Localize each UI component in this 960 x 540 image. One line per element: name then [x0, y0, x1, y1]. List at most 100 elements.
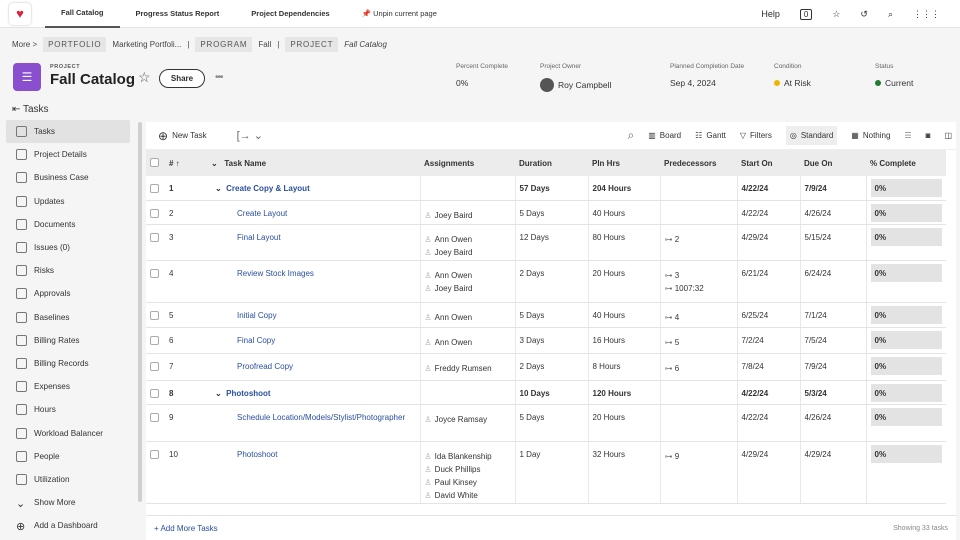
apps-grid-icon[interactable]: ⋮⋮⋮ — [913, 9, 940, 20]
table-row[interactable]: 9 Schedule Location/Models/Stylist/Photo… — [146, 404, 946, 442]
predecessors-cell[interactable]: ⊶ 3 ⊶ 1007:32 — [660, 260, 738, 303]
assignee[interactable]: Ann Owen — [435, 271, 472, 280]
search-icon[interactable]: ⌕ — [627, 128, 634, 143]
start-on-cell[interactable]: 4/29/24 — [737, 224, 801, 261]
task-name-link[interactable]: Photoshoot — [226, 389, 270, 398]
predecessors-cell[interactable]: ⊶ 9 — [660, 441, 738, 504]
duration-cell[interactable]: 12 Days — [515, 224, 589, 261]
percent-complete-bar[interactable]: 0% — [870, 407, 942, 426]
planned-hours-cell[interactable]: 8 Hours — [588, 353, 661, 381]
row-checkbox[interactable] — [150, 232, 159, 242]
due-on-cell[interactable]: 7/9/24 — [800, 176, 867, 201]
due-on-cell[interactable]: 5/15/24 — [800, 224, 867, 261]
due-on-cell[interactable]: 4/26/24 — [800, 200, 867, 225]
sidebar-item-issues-0[interactable]: Issues (0) — [0, 236, 140, 259]
assignments-cell[interactable]: ♙ Joey Baird — [420, 200, 516, 225]
sidebar-scrollbar[interactable] — [138, 122, 142, 502]
planned-hours-cell[interactable]: 20 Hours — [588, 260, 661, 303]
assignee[interactable]: Joey Baird — [435, 284, 473, 293]
duration-cell[interactable]: 1 Day — [515, 441, 589, 504]
planned-hours-cell[interactable]: 20 Hours — [588, 404, 661, 442]
sidebar-item-risks[interactable]: Risks — [0, 259, 140, 282]
notifications-badge[interactable]: 0 — [799, 8, 813, 20]
breadcrumb-more[interactable]: More > — [12, 40, 37, 49]
sidebar-item-hours[interactable]: Hours — [0, 398, 140, 421]
collapse-chevron-icon[interactable]: ⌄ — [215, 184, 222, 193]
select-all-checkbox[interactable] — [150, 157, 159, 167]
assignments-cell[interactable]: ♙ Ann Owen — [420, 327, 516, 354]
start-on-cell[interactable]: 4/22/24 — [737, 404, 801, 442]
assignee[interactable]: Ann Owen — [435, 313, 472, 322]
percent-complete-bar[interactable]: 0% — [870, 330, 942, 349]
row-checkbox[interactable] — [150, 268, 159, 278]
table-row[interactable]: 2 Create Layout ♙ Joey Baird 5 Days 40 Ho… — [146, 200, 946, 225]
table-row[interactable]: 1 ⌄ Create Copy & Layout 57 Days 204 Hou… — [146, 176, 946, 201]
breadcrumb-portfolio[interactable]: Marketing Portfoli... — [112, 40, 181, 49]
assignee[interactable]: Ann Owen — [435, 338, 472, 347]
timer-icon[interactable]: ◙ — [926, 131, 931, 140]
collapse-chevron-icon[interactable]: ⌄ — [215, 389, 222, 398]
start-on-cell[interactable]: 4/22/24 — [737, 200, 801, 225]
row-checkbox[interactable] — [150, 361, 159, 371]
planned-hours-cell[interactable]: 120 Hours — [588, 380, 661, 405]
col-pln-hrs[interactable]: Pln Hrs — [588, 150, 660, 176]
table-row[interactable]: 10 Photoshoot ♙ Ida Blankenship ♙ Duck Phil… — [146, 441, 946, 504]
app-logo-icon[interactable]: ♥ — [9, 2, 31, 25]
col-duration[interactable]: Duration — [515, 150, 588, 176]
planned-hours-cell[interactable]: 16 Hours — [588, 327, 661, 354]
table-row[interactable]: 6 Final Copy ♙ Ann Owen 3 Days 16 Hours ⊶… — [146, 327, 946, 354]
assignments-cell[interactable]: ♙ Freddy Rumsen — [420, 353, 516, 381]
tab-progress-status-report[interactable]: Progress Status Report — [120, 0, 236, 28]
predecessors-cell[interactable] — [660, 176, 738, 201]
assignee[interactable]: Duck Phillips — [435, 465, 481, 474]
duration-cell[interactable]: 57 Days — [515, 176, 589, 201]
percent-complete-bar[interactable]: 0% — [870, 263, 942, 282]
task-name-link[interactable]: Schedule Location/Models/Stylist/Photogr… — [237, 413, 405, 422]
start-on-cell[interactable]: 6/25/24 — [737, 302, 801, 328]
predecessor[interactable]: 9 — [675, 452, 679, 461]
predecessors-cell[interactable]: ⊶ 2 — [660, 224, 738, 261]
assignee[interactable]: Joey Baird — [435, 248, 473, 257]
due-on-cell[interactable]: 7/9/24 — [800, 353, 867, 381]
predecessors-cell[interactable] — [660, 380, 738, 405]
col-predecessors[interactable]: Predecessors — [660, 150, 737, 176]
task-name-link[interactable]: Review Stock Images — [237, 269, 314, 278]
assignee[interactable]: David White — [435, 491, 478, 500]
sidebar-item-business-case[interactable]: Business Case — [0, 166, 140, 189]
assignee[interactable]: Ida Blankenship — [435, 452, 492, 461]
assignments-cell[interactable]: ♙ Ann Owen — [420, 302, 516, 328]
search-icon[interactable]: ⌕ — [888, 9, 893, 20]
board-button[interactable]: ▥ Board — [648, 131, 681, 140]
start-on-cell[interactable]: 7/8/24 — [737, 353, 801, 381]
duration-cell[interactable]: 10 Days — [515, 380, 589, 405]
task-name-link[interactable]: Final Layout — [237, 233, 281, 242]
duration-cell[interactable]: 2 Days — [515, 260, 589, 303]
duration-cell[interactable]: 2 Days — [515, 353, 589, 381]
sidebar-item-workload-balancer[interactable]: Workload Balancer — [0, 421, 140, 444]
duration-cell[interactable]: 5 Days — [515, 200, 589, 225]
sidebar-item-billing-rates[interactable]: Billing Rates — [0, 329, 140, 352]
col-task-name[interactable]: ⌄ Task Name — [207, 150, 420, 176]
assignments-cell[interactable] — [420, 176, 516, 201]
sidebar-item-expenses[interactable]: Expenses — [0, 375, 140, 398]
col-due-on[interactable]: Due On — [800, 150, 866, 176]
assignee[interactable]: Joey Baird — [435, 211, 473, 220]
row-checkbox[interactable] — [150, 449, 159, 459]
sidebar-item-approvals[interactable]: Approvals — [0, 282, 140, 305]
percent-complete-bar[interactable]: 0% — [870, 356, 942, 375]
percent-complete-bar[interactable]: 0% — [870, 444, 942, 463]
task-name-link[interactable]: Photoshoot — [237, 450, 277, 459]
assignee[interactable]: Paul Kinsey — [435, 478, 477, 487]
assignments-cell[interactable] — [420, 380, 516, 405]
planned-hours-cell[interactable]: 80 Hours — [588, 224, 661, 261]
predecessors-cell[interactable]: ⊶ 6 — [660, 353, 738, 381]
sidebar-item-updates[interactable]: Updates — [0, 190, 140, 213]
predecessor[interactable]: 3 — [675, 271, 679, 280]
table-row[interactable]: 4 Review Stock Images ♙ Ann Owen ♙ Joey Bai… — [146, 260, 946, 303]
filters-button[interactable]: ▽ Filters — [740, 131, 772, 140]
due-on-cell[interactable]: 6/24/24 — [800, 260, 867, 303]
duration-cell[interactable]: 5 Days — [515, 404, 589, 442]
history-icon[interactable]: ↺ — [860, 9, 868, 20]
col-assignments[interactable]: Assignments — [420, 150, 515, 176]
breadcrumb-program[interactable]: Fall — [258, 40, 271, 49]
